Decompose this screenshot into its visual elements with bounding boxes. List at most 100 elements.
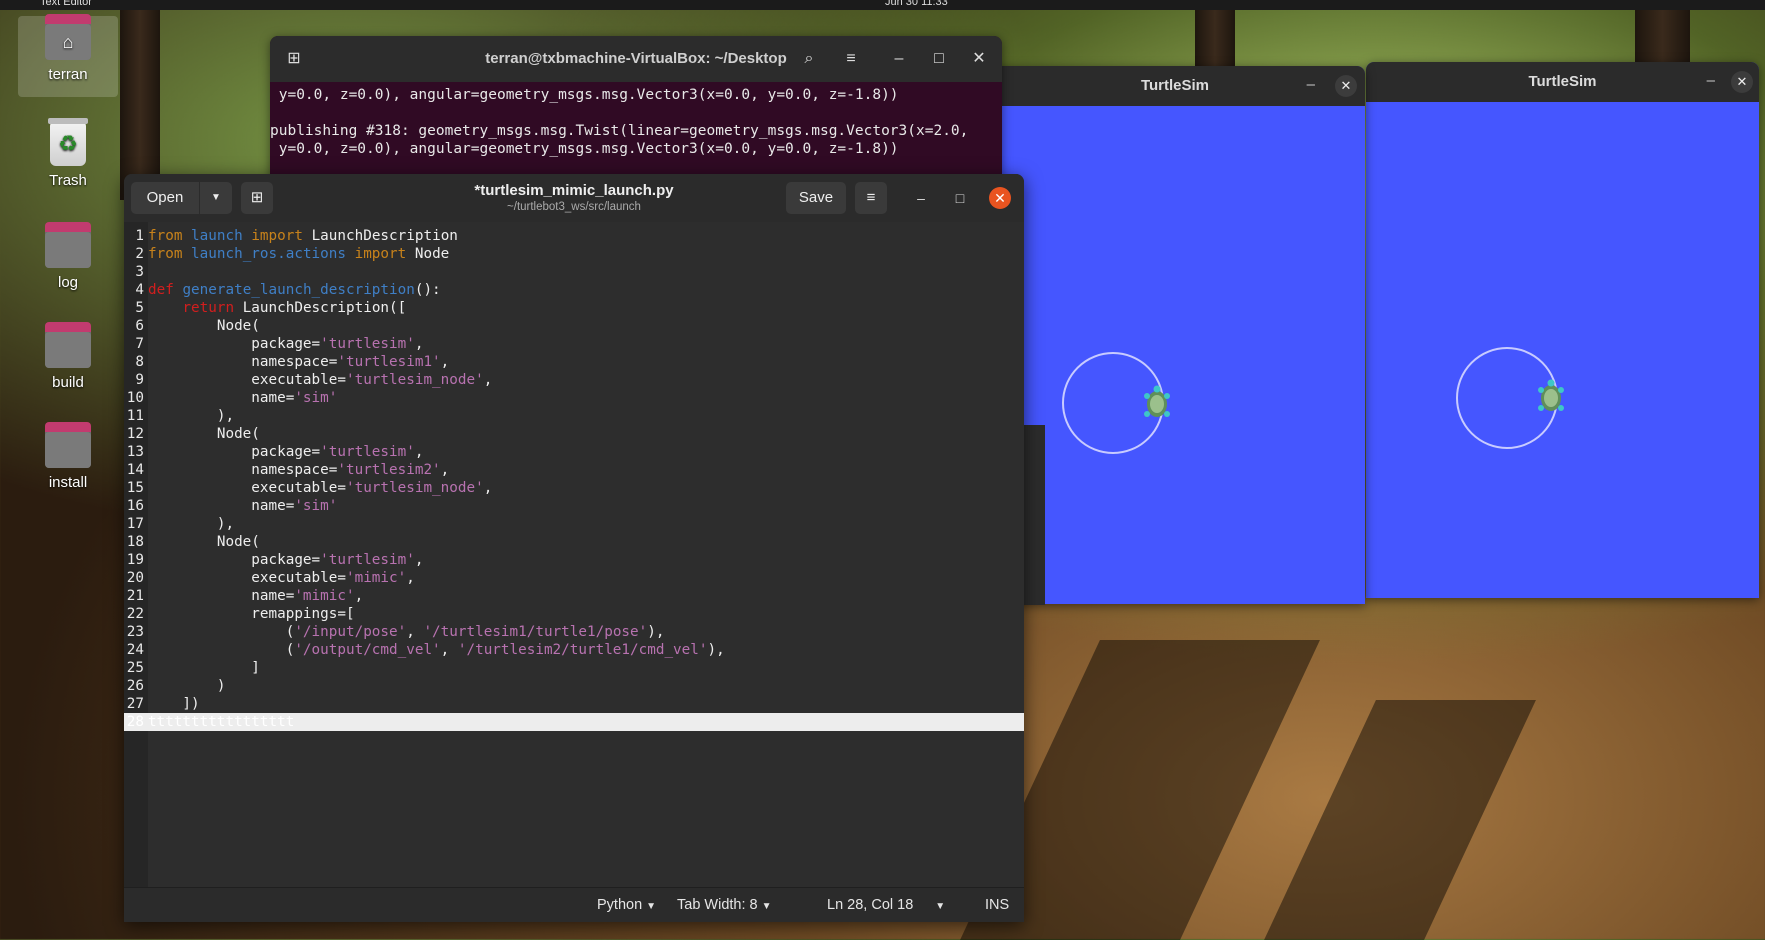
minimize-icon[interactable]: – (1307, 76, 1315, 93)
document-title: *turtlesim_mimic_launch.py (474, 182, 674, 199)
code-line[interactable]: 7 package='turtlesim', (124, 335, 1024, 353)
desktop-icon-build[interactable]: build (18, 322, 118, 391)
code-line[interactable]: 27 ]) (124, 695, 1024, 713)
chevron-down-icon: ▼ (761, 901, 772, 912)
code-line[interactable]: 24 ('/output/cmd_vel', '/turtlesim2/turt… (124, 641, 1024, 659)
line-number: 19 (126, 552, 144, 568)
active-app-label[interactable]: Text Editor (40, 0, 92, 8)
desktop-icon-log[interactable]: log (18, 222, 118, 291)
line-number: 1 (135, 228, 144, 244)
code-line[interactable]: 14 namespace='turtlesim2', (124, 461, 1024, 479)
code-line[interactable]: 3 (124, 263, 1024, 281)
turtle-sprite (1144, 385, 1170, 417)
close-icon[interactable]: ✕ (1731, 71, 1753, 93)
code-line[interactable]: 10 name='sim' (124, 389, 1024, 407)
code-line[interactable]: 26 ) (124, 677, 1024, 695)
desktop-icon-label: build (52, 374, 84, 391)
close-icon[interactable]: ✕ (989, 187, 1011, 209)
language-selector[interactable]: Python ▼ (597, 897, 656, 913)
terminal-line: publishing #318: geometry_msgs.msg.Twist… (270, 123, 969, 139)
line-number: 2 (135, 246, 144, 262)
search-icon[interactable]: ⌕ (794, 44, 824, 74)
line-number: 17 (126, 516, 144, 532)
text-editor-window[interactable]: Open ▼ ⊞ *turtlesim_mimic_launch.py ~/tu… (124, 174, 1024, 922)
code-text[interactable]: 1 from launch import LaunchDescription 2f… (124, 227, 1024, 731)
code-line[interactable]: 17 ), (124, 515, 1024, 533)
hamburger-menu-icon[interactable]: ≡ (855, 182, 887, 214)
code-line[interactable]: 1 from launch import LaunchDescription (124, 227, 1024, 245)
code-line[interactable]: 23 ('/input/pose', '/turtlesim1/turtle1/… (124, 623, 1024, 641)
document-path: ~/turtlebot3_ws/src/launch (507, 201, 641, 213)
close-icon[interactable]: ✕ (1335, 75, 1357, 97)
tab-width-label: Tab Width: 8 (677, 897, 758, 913)
trash-icon: ♻ (48, 118, 88, 166)
language-label: Python (597, 897, 643, 913)
desktop-icon-home[interactable]: ⌂ terran (18, 14, 118, 97)
close-icon[interactable]: ✕ (964, 44, 994, 74)
code-line[interactable]: 16 name='sim' (124, 497, 1024, 515)
line-number: 23 (126, 624, 144, 640)
clock[interactable]: Jun 30 11:33 (885, 0, 948, 8)
code-line[interactable]: 4 def generate_launch_description(): (124, 281, 1024, 299)
code-line[interactable]: 25 ] (124, 659, 1024, 677)
code-line[interactable]: 22 remappings=[ (124, 605, 1024, 623)
save-button[interactable]: Save (786, 182, 846, 214)
maximize-icon[interactable]: □ (949, 187, 971, 209)
code-line[interactable]: 12 Node( (124, 425, 1024, 443)
chevron-down-icon: ▼ (646, 901, 657, 912)
cursor-position[interactable]: Ln 28, Col 18 ▼ (827, 897, 945, 913)
terminal-titlebar[interactable]: ⊞ terran@txbmachine-VirtualBox: ~/Deskto… (270, 36, 1002, 82)
terminal-output[interactable]: y=0.0, z=0.0), angular=geometry_msgs.msg… (270, 82, 1002, 158)
editor-titlebar[interactable]: Open ▼ ⊞ *turtlesim_mimic_launch.py ~/tu… (124, 174, 1024, 223)
turtlesim-window-2[interactable]: TurtleSim – ✕ (1366, 62, 1759, 598)
code-line[interactable]: 5 return LaunchDescription([ (124, 299, 1024, 317)
code-line[interactable]: 19 package='turtlesim', (124, 551, 1024, 569)
code-line[interactable]: 13 package='turtlesim', (124, 443, 1024, 461)
terminal-window[interactable]: ⊞ terran@txbmachine-VirtualBox: ~/Deskto… (270, 36, 1002, 186)
current-line-text: ttttttttttttttttt (148, 714, 295, 730)
code-line[interactable]: 11 ), (124, 407, 1024, 425)
minimize-icon[interactable]: – (910, 187, 932, 209)
line-number: 16 (126, 498, 144, 514)
menu-icon[interactable]: ≡ (836, 44, 866, 74)
minimize-icon[interactable]: – (884, 44, 914, 74)
code-line[interactable]: 15 executable='turtlesim_node', (124, 479, 1024, 497)
current-code-line[interactable]: 28 ttttttttttttttttt (124, 713, 1024, 731)
line-number: 22 (126, 606, 144, 622)
code-line[interactable]: 21 name='mimic', (124, 587, 1024, 605)
background-tree-trunk (120, 0, 160, 200)
turtlesim-titlebar[interactable]: TurtleSim – ✕ (985, 66, 1365, 106)
line-number: 27 (126, 696, 144, 712)
folder-icon (45, 222, 91, 268)
desktop-icon-install[interactable]: install (18, 422, 118, 491)
line-number: 4 (135, 282, 144, 298)
line-number: 10 (126, 390, 144, 406)
tab-width-selector[interactable]: Tab Width: 8 ▼ (677, 897, 772, 913)
turtlesim-titlebar[interactable]: TurtleSim – ✕ (1366, 62, 1759, 102)
desktop-icon-trash[interactable]: ♻ Trash (18, 118, 118, 189)
insert-mode-indicator[interactable]: INS (985, 897, 1009, 913)
line-number: 15 (126, 480, 144, 496)
line-number: 14 (126, 462, 144, 478)
line-number: 7 (135, 336, 144, 352)
code-line[interactable]: 8 namespace='turtlesim1', (124, 353, 1024, 371)
top-bar: Text Editor Jun 30 11:33 (0, 0, 1765, 10)
status-bar: Python ▼ Tab Width: 8 ▼ Ln 28, Col 18 ▼ INS (124, 887, 1024, 922)
turtle-sprite (1538, 379, 1564, 411)
line-number: 12 (126, 426, 144, 442)
line-number: 28 (124, 713, 148, 731)
background-shadow (1264, 700, 1536, 940)
home-folder-icon: ⌂ (45, 14, 91, 60)
line-number: 26 (126, 678, 144, 694)
code-area[interactable]: 1 from launch import LaunchDescription 2f… (124, 222, 1024, 888)
code-line[interactable]: 9 executable='turtlesim_node', (124, 371, 1024, 389)
code-line[interactable]: 2 from launch_ros.actions import Node (124, 245, 1024, 263)
code-line[interactable]: 6 Node( (124, 317, 1024, 335)
maximize-icon[interactable]: □ (924, 44, 954, 74)
minimize-icon[interactable]: – (1707, 72, 1715, 89)
line-number: 9 (135, 372, 144, 388)
code-line[interactable]: 18 Node( (124, 533, 1024, 551)
code-line[interactable]: 20 executable='mimic', (124, 569, 1024, 587)
desktop-icon-label: terran (48, 66, 88, 83)
